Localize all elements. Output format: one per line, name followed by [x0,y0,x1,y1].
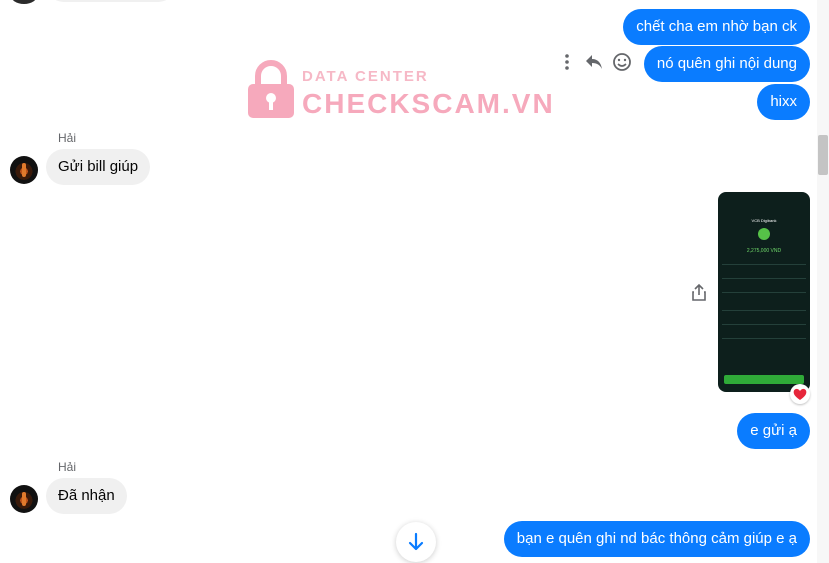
outgoing-message[interactable]: hixx [757,84,810,120]
receipt-amount: 2,275,000 VND [746,248,782,254]
sender-name: Hải [58,460,77,474]
share-icon[interactable] [689,283,709,303]
scrollbar-thumb[interactable] [818,135,828,175]
outgoing-message[interactable]: nó quên ghi nội dung [643,46,810,82]
receipt-button [724,375,804,384]
lock-icon [248,60,294,118]
heart-reaction-icon[interactable] [790,384,810,404]
outgoing-message[interactable]: e gửi ạ [737,413,810,449]
more-options-icon[interactable] [557,52,577,72]
arrow-down-icon [408,532,424,551]
incoming-message[interactable]: Gửi bill giúp [46,149,151,185]
success-check-icon [758,228,770,240]
watermark-line2: CHECKSCAM.VN [302,88,555,119]
reply-icon[interactable] [584,52,604,72]
outgoing-message[interactable]: chết cha em nhờ bạn ck [623,9,810,45]
sender-name: Hải [58,131,77,145]
message-bubble-partial[interactable] [46,0,176,2]
watermark-line1: DATA CENTER [302,68,429,85]
scroll-to-bottom-button[interactable] [396,522,436,562]
outgoing-message[interactable]: bạn e quên ghi nd bác thông cảm giúp e ạ [503,521,810,557]
incoming-message[interactable]: Đã nhận [46,478,127,514]
avatar[interactable] [10,156,38,184]
transfer-receipt-image[interactable]: VCB Digibank 2,275,000 VND [718,192,810,392]
receipt-title: VCB Digibank [751,218,777,223]
scrollbar[interactable] [817,0,829,563]
emoji-icon[interactable] [612,52,632,72]
watermark: DATA CENTER CHECKSCAM.VN [246,58,553,122]
avatar [10,0,38,4]
avatar[interactable] [10,485,38,513]
